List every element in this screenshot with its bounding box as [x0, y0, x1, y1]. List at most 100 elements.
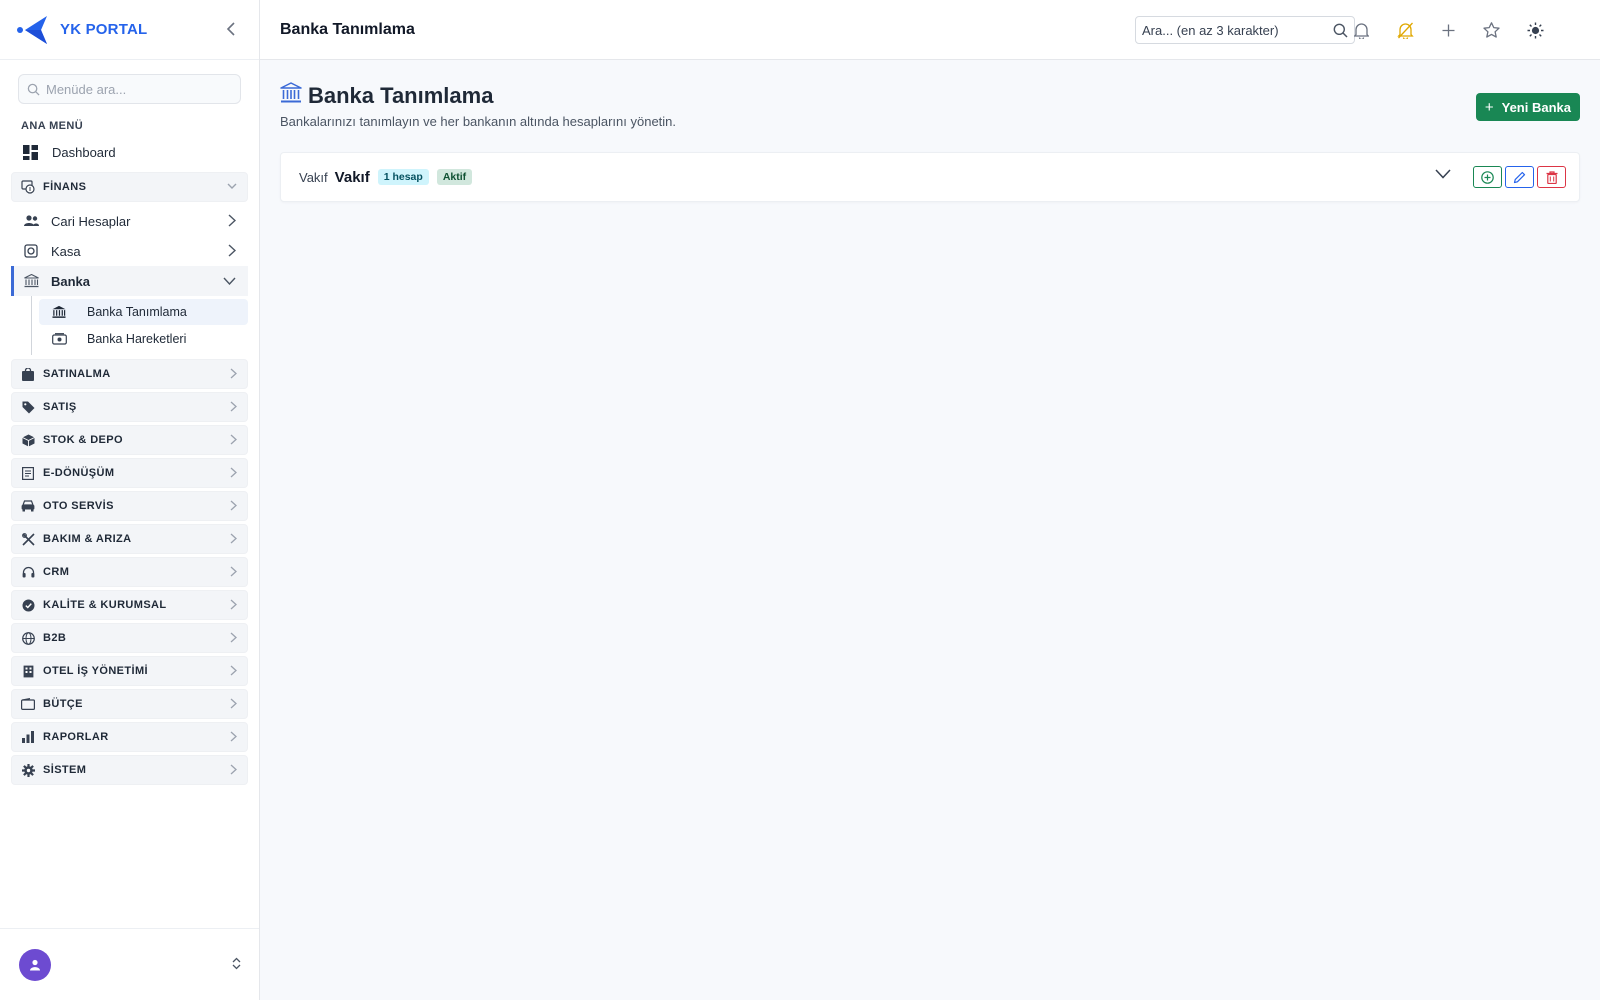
- sidebar-group-butce[interactable]: BÜTÇE: [11, 689, 248, 719]
- chevron-right-icon: [230, 500, 237, 511]
- sidebar-item-label: Kasa: [51, 243, 81, 259]
- chevron-down-icon: [1435, 169, 1451, 179]
- menu-search-input[interactable]: [46, 81, 226, 97]
- app: YK PORTAL ANA MENÜ Dashboard FİNANS: [0, 0, 1600, 1000]
- sidebar-group-label: STOK & DEPO: [43, 434, 123, 446]
- status-badge: Aktif: [436, 169, 473, 185]
- pencil-icon: [1513, 171, 1526, 183]
- chevron-down-icon: [227, 183, 237, 189]
- building-icon: [21, 664, 35, 678]
- user-menu-toggle[interactable]: [232, 957, 241, 973]
- plus-circle-icon: [1481, 170, 1494, 184]
- users-icon: [23, 213, 39, 229]
- chevron-left-icon: [226, 22, 235, 36]
- bank-name: Vakıf: [334, 168, 370, 186]
- add-account-button[interactable]: [1473, 166, 1502, 188]
- bank-short-name: Vakıf: [299, 169, 328, 185]
- wallet-icon: [21, 697, 35, 711]
- expand-bank-button[interactable]: [1435, 167, 1451, 182]
- bank-icon: [51, 304, 67, 320]
- bank-submenu: Banka Tanımlama Banka Hareketleri: [31, 296, 259, 355]
- sidebar-group-bakim-ariza[interactable]: BAKIM & ARIZA: [11, 524, 248, 554]
- sidebar-subitem-label: Banka Tanımlama: [87, 305, 187, 319]
- sidebar-group-e-donusum[interactable]: E-DÖNÜŞÜM: [11, 458, 248, 488]
- sidebar-group-stok-depo[interactable]: STOK & DEPO: [11, 425, 248, 455]
- tag-icon: [21, 400, 35, 414]
- sidebar-group-label: KALİTE & KURUMSAL: [43, 599, 167, 611]
- sidebar-item-cari-hesaplar[interactable]: Cari Hesaplar: [11, 206, 248, 236]
- star-icon: [1482, 22, 1500, 38]
- main: Banka Tanımlama Ara... (en az 3 karakter…: [260, 0, 1600, 1000]
- new-bank-button[interactable]: + Yeni Banka: [1475, 93, 1580, 121]
- plus-icon: [1442, 24, 1454, 36]
- tools-icon: [21, 532, 35, 546]
- sidebar-group-label: OTO SERVİS: [43, 500, 114, 512]
- sidebar-group-label: SİSTEM: [43, 764, 87, 776]
- sidebar-group-list: SATINALMA SATIŞ STOK & DEPO E-DÖNÜŞÜM OT: [0, 359, 259, 785]
- sidebar-item-banka[interactable]: Banka: [11, 266, 248, 296]
- sidebar-collapse-button[interactable]: [220, 18, 242, 40]
- sidebar-group-label: E-DÖNÜŞÜM: [43, 467, 115, 479]
- global-search: [1135, 16, 1355, 44]
- page-title: Banka Tanımlama: [280, 82, 1580, 110]
- chevron-right-icon: [230, 566, 237, 577]
- chevron-right-icon: [230, 434, 237, 445]
- shopping-bag-icon: [21, 367, 35, 381]
- box-icon: [21, 433, 35, 447]
- page-subtitle: Bankalarınızı tanımlayın ve her bankanın…: [280, 114, 677, 129]
- chevron-right-icon: [230, 665, 237, 676]
- sidebar-group-finans[interactable]: FİNANS: [11, 172, 248, 202]
- page-title-text: Banka Tanımlama: [308, 83, 494, 108]
- finance-icon: [21, 180, 35, 194]
- global-search-input[interactable]: [1142, 22, 1322, 38]
- sidebar-group-raporlar[interactable]: RAPORLAR: [11, 722, 248, 752]
- bell-off-icon: [1396, 22, 1414, 39]
- sidebar-item-banka-tanimlama[interactable]: Banka Tanımlama: [39, 299, 248, 325]
- sidebar-group-satis[interactable]: SATIŞ: [11, 392, 248, 422]
- document-icon: [21, 466, 35, 480]
- sidebar-item-label: Banka: [51, 273, 91, 289]
- search-icon: [27, 83, 40, 96]
- sidebar-item-banka-hareketleri[interactable]: Banka Hareketleri: [39, 326, 248, 352]
- content: Banka Tanımlama Bankalarınızı tanımlayın…: [260, 60, 1600, 222]
- dashboard-icon: [22, 144, 38, 160]
- delete-bank-button[interactable]: [1537, 166, 1566, 188]
- sidebar-group-b2b[interactable]: B2B: [11, 623, 248, 653]
- search-icon[interactable]: [1333, 23, 1348, 38]
- notifications-button[interactable]: [1350, 19, 1372, 41]
- chevron-right-icon: [228, 244, 236, 257]
- bar-chart-icon: [21, 730, 35, 744]
- sidebar-group-label: OTEL İŞ YÖNETİMİ: [43, 665, 149, 677]
- car-icon: [21, 499, 35, 513]
- sidebar-group-satinalma[interactable]: SATINALMA: [11, 359, 248, 389]
- theme-toggle-button[interactable]: [1524, 19, 1546, 41]
- user-icon: [30, 959, 40, 970]
- avatar[interactable]: [19, 948, 51, 981]
- sidebar-group-otel-is-yonetimi[interactable]: OTEL İŞ YÖNETİMİ: [11, 656, 248, 686]
- quick-add-button[interactable]: [1437, 19, 1459, 41]
- section-label: ANA MENÜ: [21, 120, 84, 132]
- chevron-up-down-icon: [232, 957, 241, 970]
- sidebar-group-kalite-kurumsal[interactable]: KALİTE & KURUMSAL: [11, 590, 248, 620]
- sidebar-group-crm[interactable]: CRM: [11, 557, 248, 587]
- user-bar: [0, 928, 259, 1000]
- sidebar-item-kasa[interactable]: Kasa: [11, 236, 248, 266]
- plus-icon: +: [1484, 98, 1494, 116]
- edit-bank-button[interactable]: [1505, 166, 1534, 188]
- sidebar-item-label: Dashboard: [52, 144, 116, 160]
- bank-card[interactable]: Vakıf Vakıf 1 hesap Aktif: [280, 152, 1580, 202]
- brand-logo-icon: [17, 15, 47, 44]
- new-bank-button-label: Yeni Banka: [1501, 99, 1571, 115]
- top-title: Banka Tanımlama: [280, 20, 415, 38]
- sidebar-group-sistem[interactable]: SİSTEM: [11, 755, 248, 785]
- favorites-button[interactable]: [1480, 19, 1502, 41]
- sidebar-item-dashboard[interactable]: Dashboard: [0, 138, 259, 166]
- chevron-right-icon: [230, 368, 237, 379]
- mute-notifications-button[interactable]: [1394, 19, 1416, 41]
- menu-search: [18, 74, 241, 104]
- chevron-right-icon: [228, 214, 236, 227]
- sidebar-group-label: BÜTÇE: [43, 698, 83, 710]
- sidebar-group-label: B2B: [43, 632, 67, 644]
- sidebar-group-oto-servis[interactable]: OTO SERVİS: [11, 491, 248, 521]
- sun-icon: [1527, 22, 1543, 38]
